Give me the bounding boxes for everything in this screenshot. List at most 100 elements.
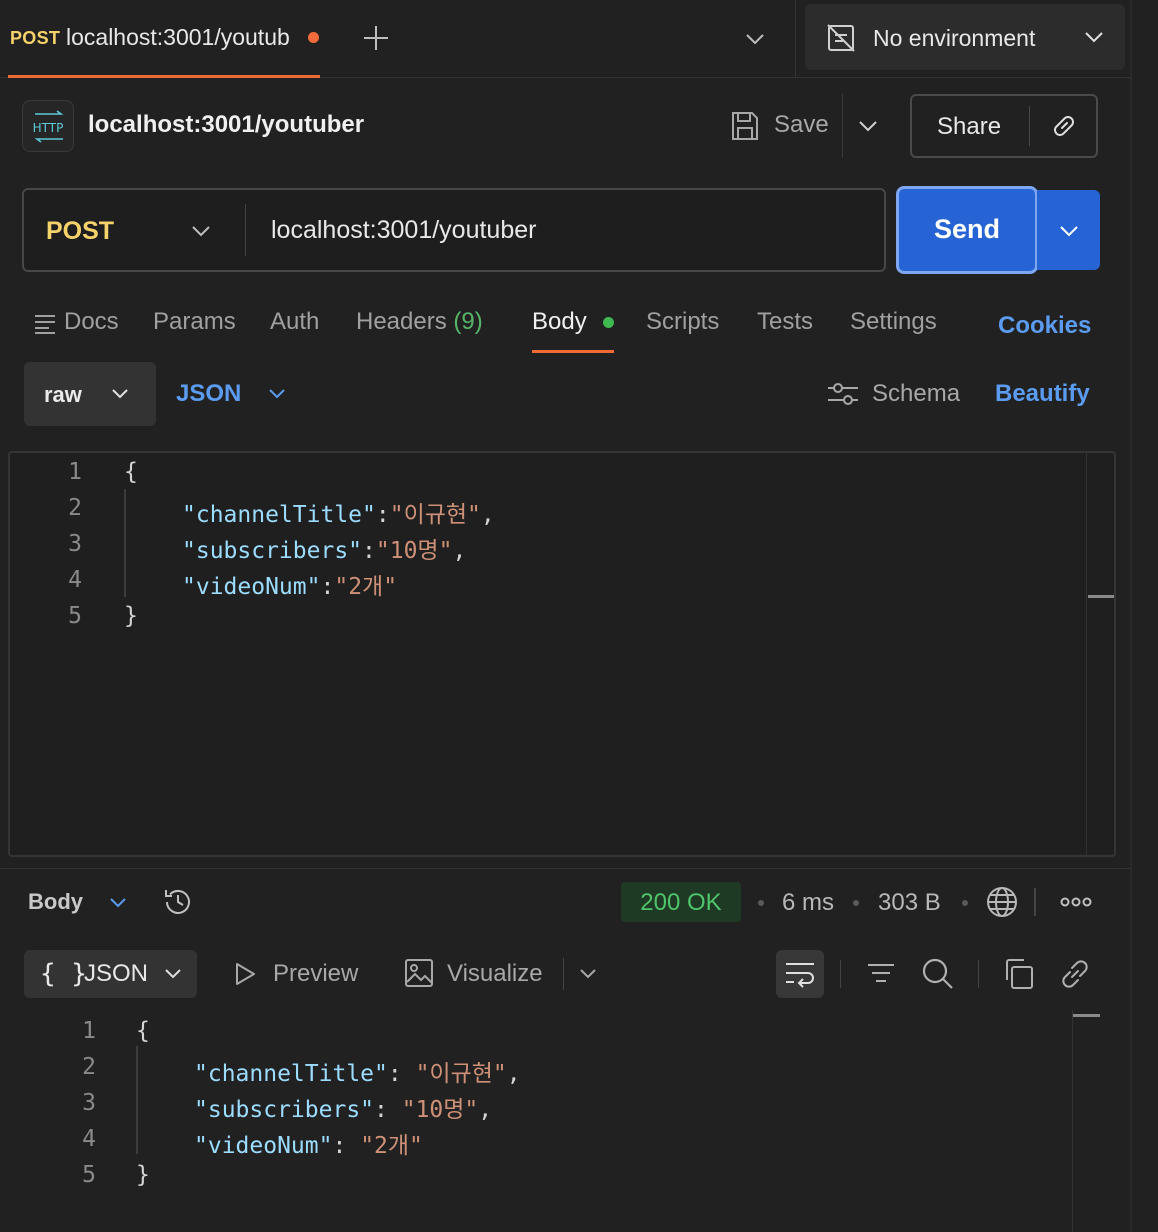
divider: [245, 204, 246, 256]
share-button[interactable]: Share: [910, 94, 1098, 158]
tab-headers[interactable]: Headers (9): [356, 308, 483, 336]
response-divider[interactable]: [0, 868, 1130, 869]
request-name[interactable]: localhost:3001/youtuber: [88, 111, 364, 139]
line-number: 2: [68, 495, 82, 521]
tab-scripts[interactable]: Scripts: [646, 308, 719, 336]
chevron-down-icon[interactable]: [265, 382, 289, 406]
body-type-selector[interactable]: JSON: [176, 380, 241, 408]
json-colon: :: [362, 538, 376, 564]
visualize-button[interactable]: Visualize: [447, 960, 543, 988]
body-indicator-dot: [603, 317, 614, 328]
preview-icon[interactable]: [232, 961, 258, 987]
viewer-scrollbar-thumb[interactable]: [1073, 1014, 1100, 1017]
divider: [563, 958, 564, 990]
copy-icon[interactable]: [1003, 957, 1035, 991]
beautify-button[interactable]: Beautify: [995, 380, 1090, 408]
chevron-down-icon[interactable]: [106, 891, 130, 915]
wrap-lines-button[interactable]: [776, 950, 824, 998]
json-value: "10명": [375, 538, 453, 564]
body-mode-label: raw: [44, 382, 82, 407]
code-line: "channelTitle": "이규현",: [194, 1054, 521, 1088]
tab-body[interactable]: Body: [532, 308, 587, 336]
json-key: "subscribers": [182, 538, 363, 564]
chevron-down-icon: [1056, 218, 1082, 244]
response-time[interactable]: 6 ms: [782, 889, 834, 917]
globe-icon[interactable]: [985, 885, 1019, 919]
divider: [1029, 106, 1030, 146]
line-number: 4: [82, 1126, 96, 1152]
json-value: "10명": [401, 1097, 479, 1123]
svg-text:HTTP: HTTP: [33, 121, 64, 135]
save-icon[interactable]: [730, 110, 760, 142]
divider: [978, 960, 979, 988]
request-body-editor[interactable]: 1 { 2 "channelTitle":"이규현", 3 "subscribe…: [8, 451, 1116, 857]
json-comma: ,: [452, 538, 467, 564]
chevron-down-icon[interactable]: [188, 218, 214, 244]
json-value: "2개": [334, 574, 398, 600]
link-icon[interactable]: [1048, 110, 1080, 142]
code-brace: {: [136, 1018, 150, 1044]
history-icon[interactable]: [161, 885, 195, 919]
link-icon[interactable]: [1058, 957, 1092, 991]
indent-guide: [136, 1046, 138, 1154]
chevron-down-icon[interactable]: [742, 26, 768, 52]
search-icon[interactable]: [921, 957, 955, 991]
code-brace: }: [136, 1162, 150, 1188]
code-line: "subscribers":"10명",: [182, 531, 466, 565]
response-body-viewer[interactable]: 1 { 2 "channelTitle": "이규현", 3 "subscrib…: [0, 1010, 1130, 1232]
json-key: "channelTitle": [182, 502, 376, 528]
send-button[interactable]: Send: [896, 186, 1038, 274]
json-comma: ,: [480, 502, 495, 528]
tab-tests[interactable]: Tests: [757, 308, 813, 336]
share-label: Share: [937, 113, 1002, 140]
json-value: "이규현": [415, 1061, 507, 1087]
editor-scrollbar-track: [1086, 453, 1087, 855]
cookies-link[interactable]: Cookies: [998, 312, 1091, 340]
save-button[interactable]: Save: [774, 111, 829, 139]
code-line: "subscribers": "10명",: [194, 1090, 492, 1124]
filter-icon[interactable]: [866, 959, 896, 989]
line-number: 2: [82, 1054, 96, 1080]
wrap-icon: [785, 960, 815, 988]
response-format-selector[interactable]: { } JSON: [24, 950, 197, 998]
url-input[interactable]: localhost:3001/youtuber: [271, 216, 536, 245]
json-braces-icon: { }: [40, 959, 87, 989]
body-mode-selector[interactable]: raw: [24, 362, 156, 426]
response-size[interactable]: 303 B: [878, 889, 941, 917]
chevron-down-icon[interactable]: [855, 113, 881, 139]
code-line: "channelTitle":"이규현",: [182, 495, 495, 529]
chevron-down-icon[interactable]: [576, 962, 600, 986]
divider: [1034, 888, 1036, 916]
more-icon[interactable]: [1060, 895, 1092, 909]
request-tab[interactable]: POST localhost:3001/youtub: [0, 0, 320, 78]
environment-label: No environment: [873, 25, 1036, 51]
schema-button[interactable]: Schema: [872, 380, 960, 408]
panel-divider: [1130, 0, 1132, 1232]
status-badge: 200 OK: [621, 882, 741, 922]
viewer-scrollbar-track: [1072, 1010, 1073, 1232]
send-label: Send: [933, 214, 1000, 244]
line-number: 5: [82, 1162, 96, 1188]
environment-selector[interactable]: No environment: [805, 4, 1125, 70]
http-icon: HTTP: [22, 100, 74, 152]
url-bar: POST localhost:3001/youtuber: [22, 188, 886, 272]
plus-icon[interactable]: [360, 22, 392, 54]
tab-settings[interactable]: Settings: [850, 308, 937, 336]
response-body-selector[interactable]: Body: [28, 889, 83, 915]
json-colon: :: [320, 574, 335, 600]
headers-count: (9): [453, 308, 483, 335]
schema-icon[interactable]: [826, 380, 860, 408]
line-number: 1: [82, 1018, 96, 1044]
json-key: "subscribers": [194, 1097, 375, 1123]
line-number: 4: [68, 567, 82, 593]
editor-scrollbar-thumb[interactable]: [1088, 595, 1114, 598]
tab-params[interactable]: Params: [153, 308, 236, 336]
method-selector[interactable]: POST: [46, 217, 114, 246]
tab-docs[interactable]: Docs: [64, 308, 119, 336]
send-options-button[interactable]: [1037, 190, 1100, 270]
line-number: 3: [68, 531, 82, 557]
chevron-down-icon: [1081, 24, 1107, 50]
preview-button[interactable]: Preview: [273, 960, 358, 988]
tab-auth[interactable]: Auth: [270, 308, 319, 336]
visualize-icon[interactable]: [404, 958, 434, 988]
